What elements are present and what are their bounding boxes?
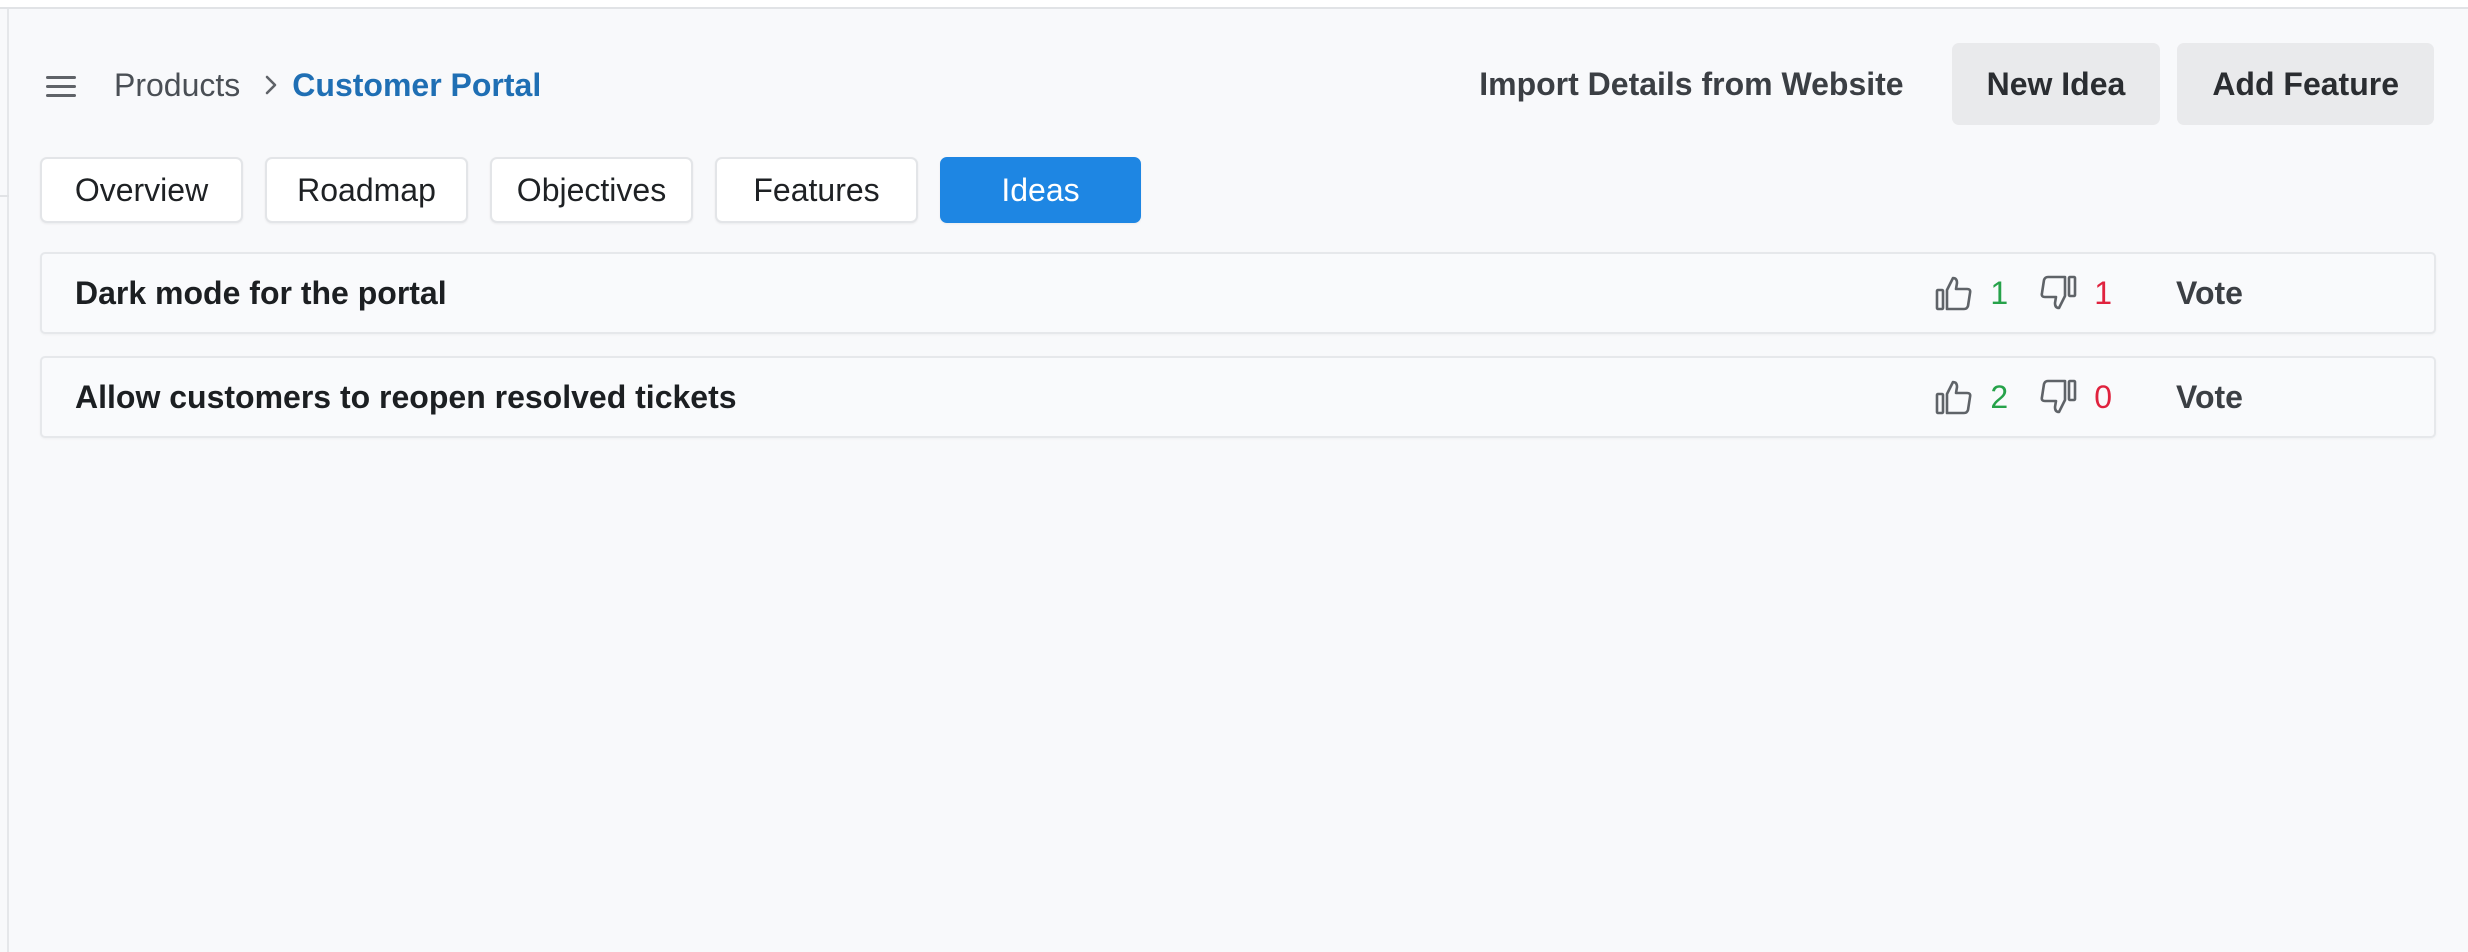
import-details-button[interactable]: Import Details from Website xyxy=(1479,66,1903,103)
upvote-count: 1 xyxy=(1990,274,2009,311)
tab-ideas[interactable]: Ideas xyxy=(940,157,1141,223)
downvote-count: 0 xyxy=(2094,378,2112,415)
header-actions: Import Details from Website New Idea Add… xyxy=(1479,43,2434,125)
idea-title: Dark mode for the portal xyxy=(75,274,447,311)
breadcrumb-products-link[interactable]: Products xyxy=(114,67,240,104)
add-feature-button[interactable]: Add Feature xyxy=(2177,43,2434,125)
ideas-list: Dark mode for the portal 1 1 Vote Allow … xyxy=(40,252,2436,460)
downvote-count: 1 xyxy=(2094,274,2112,311)
thumbs-down-icon[interactable] xyxy=(2038,273,2078,313)
vote-counts: 1 1 xyxy=(1934,254,2112,332)
tab-features[interactable]: Features xyxy=(715,157,918,223)
new-idea-button[interactable]: New Idea xyxy=(1951,43,2161,125)
upvote-count: 2 xyxy=(1990,378,2009,415)
chevron-right-icon xyxy=(264,74,278,96)
thumbs-down-icon[interactable] xyxy=(2038,377,2078,417)
idea-row: Allow customers to reopen resolved ticke… xyxy=(40,356,2436,438)
window-top-border xyxy=(0,0,2468,9)
breadcrumb: Products Customer Portal xyxy=(114,62,541,108)
tab-overview[interactable]: Overview xyxy=(40,157,243,223)
thumbs-up-icon[interactable] xyxy=(1934,377,1974,417)
idea-row: Dark mode for the portal 1 1 Vote xyxy=(40,252,2436,334)
idea-title: Allow customers to reopen resolved ticke… xyxy=(75,378,737,415)
vote-counts: 2 0 xyxy=(1934,358,2112,436)
tab-objectives[interactable]: Objectives xyxy=(490,157,693,223)
tab-bar: Overview Roadmap Objectives Features Ide… xyxy=(40,157,1163,223)
hamburger-menu-icon[interactable] xyxy=(40,68,84,104)
vote-button[interactable]: Vote xyxy=(2176,254,2243,332)
breadcrumb-current-page[interactable]: Customer Portal xyxy=(292,67,541,104)
thumbs-up-icon[interactable] xyxy=(1934,273,1974,313)
tab-roadmap[interactable]: Roadmap xyxy=(265,157,468,223)
vote-button[interactable]: Vote xyxy=(2176,358,2243,436)
window-left-border xyxy=(0,9,9,952)
left-border-divider xyxy=(0,195,9,197)
